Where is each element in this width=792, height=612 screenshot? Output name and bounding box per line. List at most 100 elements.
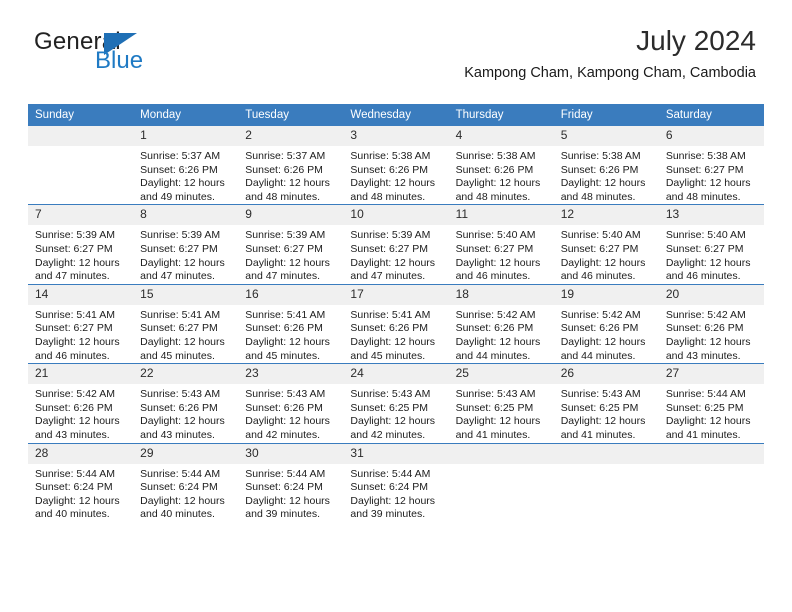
- sunrise-text: Sunrise: 5:43 AM: [245, 388, 326, 401]
- sunrise-text: Sunrise: 5:37 AM: [140, 150, 221, 162]
- sunset-text: Sunset: 6:25 PM: [665, 401, 744, 414]
- page-subtitle: Kampong Cham, Kampong Cham, Cambodia: [464, 65, 756, 81]
- daylight-text-line1: Daylight: 12 hours: [140, 335, 225, 348]
- calendar-day-cell[interactable]: 3 Sunrise: 5:38 AM Sunset: 6:26 PM Daylight…: [343, 126, 449, 205]
- calendar-day-cell[interactable]: 20 Sunrise: 5:42 AM Sunset: 6:26 PM Dayligh…: [658, 283, 764, 364]
- calendar-day-cell[interactable]: 31 Sunrise: 5:44 AM Sunset: 6:24 PM Dayligh…: [343, 442, 449, 522]
- calendar-day-cell[interactable]: 4 Sunrise: 5:38 AM Sunset: 6:26 PM Daylight…: [448, 126, 554, 205]
- calendar-day-cell[interactable]: 24 Sunrise: 5:43 AM Sunset: 6:25 PM Dayligh…: [343, 363, 449, 443]
- day-number: 21: [28, 364, 134, 385]
- sunset-text: Sunset: 6:25 PM: [455, 401, 534, 414]
- sunset-text: Sunset: 6:26 PM: [560, 163, 639, 176]
- sunrise-text: Sunrise: 5:41 AM: [35, 308, 115, 321]
- day-number: 1: [133, 126, 239, 146]
- daylight-text-line2: and 48 minutes.: [665, 190, 741, 203]
- calendar-day-cell[interactable]: 18 Sunrise: 5:42 AM Sunset: 6:26 PM Dayligh…: [448, 283, 554, 364]
- calendar-day-cell[interactable]: 2 Sunrise: 5:37 AM Sunset: 6:26 PM Daylight…: [238, 126, 344, 205]
- calendar-day-cell[interactable]: 25 Sunrise: 5:43 AM Sunset: 6:25 PM Dayligh…: [448, 363, 554, 443]
- sunrise-text: Sunrise: 5:44 AM: [35, 467, 115, 480]
- daylight-text-line2: and 46 minutes.: [665, 270, 741, 283]
- weekday-header-friday: Friday: [553, 104, 659, 126]
- daylight-text-line2: and 42 minutes.: [245, 428, 320, 441]
- weekday-header-thursday: Thursday: [448, 104, 554, 126]
- calendar-day-cell[interactable]: 19 Sunrise: 5:42 AM Sunset: 6:26 PM Dayligh…: [553, 283, 659, 364]
- day-details: Sunrise: 5:38 AM Sunset: 6:27 PM Daylight:…: [659, 146, 764, 204]
- sunset-text: Sunset: 6:27 PM: [455, 242, 534, 255]
- sunrise-text: Sunrise: 5:44 AM: [245, 467, 326, 480]
- sunrise-text: Sunrise: 5:40 AM: [560, 229, 641, 242]
- day-details: Sunrise: 5:41 AM Sunset: 6:27 PM Daylight:…: [28, 305, 133, 363]
- calendar-day-cell[interactable]: 7 Sunrise: 5:39 AM Sunset: 6:27 PM Daylight…: [28, 204, 134, 285]
- calendar-day-cell[interactable]: 9 Sunrise: 5:39 AM Sunset: 6:27 PM Daylight…: [238, 204, 344, 285]
- calendar-day-cell[interactable]: 6 Sunrise: 5:38 AM Sunset: 6:27 PM Daylight…: [658, 126, 764, 205]
- calendar-day-cell[interactable]: 30 Sunrise: 5:44 AM Sunset: 6:24 PM Dayligh…: [238, 442, 344, 522]
- day-number: 28: [28, 443, 134, 464]
- daylight-text-line1: Daylight: 12 hours: [665, 177, 751, 190]
- day-number: 12: [553, 205, 659, 226]
- weekday-header-row: Sunday Monday Tuesday Wednesday Thursday…: [28, 104, 764, 126]
- calendar-day-cell[interactable]: 17 Sunrise: 5:41 AM Sunset: 6:26 PM Dayligh…: [343, 283, 449, 364]
- page-header: General Blue July 2024 Kampong Cham, Kam…: [28, 0, 764, 81]
- calendar-day-cell[interactable]: 16 Sunrise: 5:41 AM Sunset: 6:26 PM Dayligh…: [238, 283, 344, 364]
- calendar-day-cell[interactable]: 21 Sunrise: 5:42 AM Sunset: 6:26 PM Dayligh…: [28, 363, 134, 443]
- daylight-text-line2: and 42 minutes.: [350, 428, 426, 441]
- daylight-text-line1: Daylight: 12 hours: [140, 415, 225, 428]
- calendar-day-cell[interactable]: 23 Sunrise: 5:43 AM Sunset: 6:26 PM Dayligh…: [238, 363, 344, 443]
- calendar-day-cell[interactable]: 26 Sunrise: 5:43 AM Sunset: 6:25 PM Dayligh…: [553, 363, 659, 443]
- sunset-text: Sunset: 6:26 PM: [140, 401, 218, 414]
- sunset-text: Sunset: 6:26 PM: [35, 401, 113, 414]
- daylight-text-line2: and 45 minutes.: [140, 349, 215, 362]
- calendar-day-cell[interactable]: 5 Sunrise: 5:38 AM Sunset: 6:26 PM Daylight…: [553, 126, 659, 205]
- sunset-text: Sunset: 6:27 PM: [560, 242, 639, 255]
- sunset-text: Sunset: 6:27 PM: [35, 322, 113, 335]
- day-details: Sunrise: 5:37 AM Sunset: 6:26 PM Daylight:…: [238, 146, 343, 204]
- day-details: Sunrise: 5:37 AM Sunset: 6:26 PM Daylight:…: [133, 146, 238, 204]
- page-title: July 2024: [636, 25, 756, 56]
- day-details: Sunrise: 5:41 AM Sunset: 6:26 PM Daylight:…: [238, 305, 343, 363]
- day-details: Sunrise: 5:43 AM Sunset: 6:26 PM Daylight:…: [133, 384, 238, 442]
- calendar-body: 1 Sunrise: 5:37 AM Sunset: 6:26 PM Daylight…: [28, 126, 764, 522]
- calendar-day-cell[interactable]: 22 Sunrise: 5:43 AM Sunset: 6:26 PM Dayligh…: [133, 363, 239, 443]
- calendar-page: General Blue July 2024 Kampong Cham, Kam…: [0, 0, 792, 612]
- calendar-day-cell[interactable]: 13 Sunrise: 5:40 AM Sunset: 6:27 PM Dayligh…: [658, 204, 764, 285]
- sunset-text: Sunset: 6:26 PM: [245, 401, 323, 414]
- calendar-week-row: 1 Sunrise: 5:37 AM Sunset: 6:26 PM Daylight…: [28, 126, 764, 205]
- calendar-day-cell[interactable]: 8 Sunrise: 5:39 AM Sunset: 6:27 PM Daylight…: [133, 204, 239, 285]
- daylight-text-line2: and 43 minutes.: [665, 349, 741, 362]
- calendar-day-cell[interactable]: 27 Sunrise: 5:44 AM Sunset: 6:25 PM Dayligh…: [658, 363, 764, 443]
- sunset-text: Sunset: 6:27 PM: [140, 242, 218, 255]
- calendar-day-cell[interactable]: 12 Sunrise: 5:40 AM Sunset: 6:27 PM Dayligh…: [553, 204, 659, 285]
- sunset-text: Sunset: 6:24 PM: [35, 481, 113, 494]
- sunrise-text: Sunrise: 5:42 AM: [665, 308, 746, 321]
- daylight-text-line1: Daylight: 12 hours: [245, 335, 330, 348]
- day-details: Sunrise: 5:40 AM Sunset: 6:27 PM Daylight:…: [554, 225, 659, 283]
- daylight-text-line2: and 48 minutes.: [455, 190, 531, 203]
- day-details: Sunrise: 5:42 AM Sunset: 6:26 PM Daylight:…: [659, 305, 764, 363]
- sunset-text: Sunset: 6:26 PM: [140, 163, 218, 176]
- day-number: 6: [658, 126, 764, 146]
- sunrise-text: Sunrise: 5:39 AM: [35, 229, 115, 242]
- daylight-text-line2: and 40 minutes.: [35, 508, 110, 521]
- calendar-day-cell[interactable]: 14 Sunrise: 5:41 AM Sunset: 6:27 PM Dayligh…: [28, 283, 134, 364]
- calendar-day-cell[interactable]: 1 Sunrise: 5:37 AM Sunset: 6:26 PM Daylight…: [133, 126, 239, 205]
- daylight-text-line1: Daylight: 12 hours: [350, 177, 436, 190]
- day-details: Sunrise: 5:42 AM Sunset: 6:26 PM Daylight:…: [554, 305, 659, 363]
- sunrise-text: Sunrise: 5:41 AM: [245, 308, 326, 321]
- sunrise-text: Sunrise: 5:42 AM: [455, 308, 536, 321]
- calendar-day-cell[interactable]: 15 Sunrise: 5:41 AM Sunset: 6:27 PM Dayligh…: [133, 283, 239, 364]
- sunrise-text: Sunrise: 5:37 AM: [245, 150, 326, 162]
- calendar-day-cell[interactable]: 28 Sunrise: 5:44 AM Sunset: 6:24 PM Dayligh…: [28, 442, 134, 522]
- daylight-text-line2: and 47 minutes.: [245, 270, 320, 283]
- calendar-week-row: 14 Sunrise: 5:41 AM Sunset: 6:27 PM Dayligh…: [28, 283, 764, 364]
- daylight-text-line2: and 44 minutes.: [560, 349, 636, 362]
- daylight-text-line1: Daylight: 12 hours: [455, 256, 541, 269]
- day-details: Sunrise: 5:38 AM Sunset: 6:26 PM Daylight:…: [449, 146, 554, 204]
- daylight-text-line1: Daylight: 12 hours: [560, 256, 646, 269]
- sunrise-text: Sunrise: 5:41 AM: [140, 308, 221, 321]
- daylight-text-line1: Daylight: 12 hours: [455, 335, 541, 348]
- general-blue-logo[interactable]: General Blue: [34, 28, 234, 74]
- day-number: 4: [448, 126, 554, 146]
- calendar-day-cell[interactable]: 29 Sunrise: 5:44 AM Sunset: 6:24 PM Dayligh…: [133, 442, 239, 522]
- calendar-day-cell[interactable]: 11 Sunrise: 5:40 AM Sunset: 6:27 PM Dayligh…: [448, 204, 554, 285]
- calendar-day-cell[interactable]: 10 Sunrise: 5:39 AM Sunset: 6:27 PM Dayligh…: [343, 204, 449, 285]
